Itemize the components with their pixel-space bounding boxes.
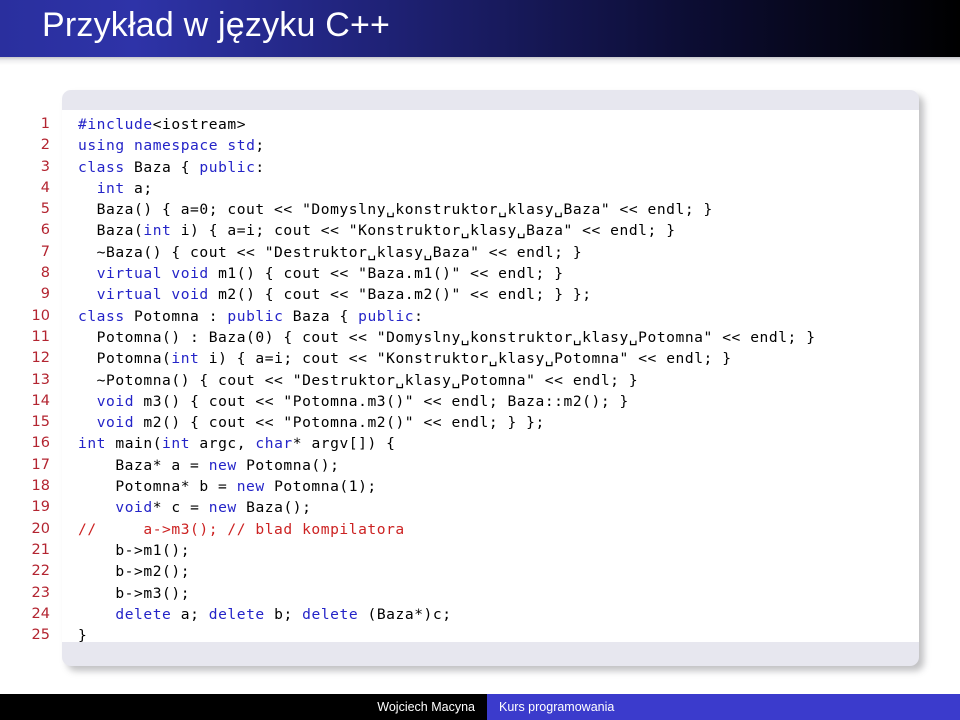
code-line-number: 19 <box>31 499 50 516</box>
code-line: 11 Potomna() : Baza(0) { cout << "Domysl… <box>24 327 924 348</box>
code-line-number: 11 <box>31 328 50 345</box>
code-line-text: // a->m3(); // blad kompilatora <box>78 520 405 538</box>
code-line: 7 ~Baza() { cout << "Destruktor␣klasy␣Ba… <box>24 242 924 263</box>
code-line-text: Baza(int i) { a=i; cout << "Konstruktor␣… <box>78 222 676 240</box>
code-line: 1 #include<iostream> <box>24 114 924 135</box>
code-line: 19 void* c = new Baza(); <box>24 497 924 518</box>
code-line-text: int a; <box>96 179 153 197</box>
code-line-number: 22 <box>31 563 50 580</box>
code-listing: 1 #include<iostream> 2 using namespace std;… <box>24 88 924 668</box>
code-line-number: 15 <box>31 414 50 431</box>
code-line-number: 9 <box>40 286 50 303</box>
code-line-text: Potomna* b = new Potomna(1); <box>78 478 377 496</box>
code-line: 18 Potomna* b = new Potomna(1); <box>24 476 924 497</box>
code-line-text: virtual void m1() { cout << "Baza.m1()" … <box>96 265 564 283</box>
code-line-number: 20 <box>31 520 50 537</box>
code-line: 15 void m2() { cout << "Potomna.m2()" <<… <box>24 412 924 433</box>
code-line-number: 24 <box>31 605 50 622</box>
code-line-text: Potomna() : Baza(0) { cout << "Domyslny␣… <box>78 328 816 346</box>
code-line-number: 14 <box>31 392 50 409</box>
code-line-text: delete a; delete b; delete (Baza*)c; <box>115 605 452 623</box>
code-line-number: 23 <box>31 584 50 601</box>
code-line-text: ~Potomna() { cout << "Destruktor␣klasy␣P… <box>78 371 639 389</box>
code-line: 16 int main(int argc, char* argv[]) { <box>24 433 924 454</box>
code-line: 25} <box>24 625 924 646</box>
code-line: 4 int a; <box>24 178 924 199</box>
code-line-number: 2 <box>40 137 50 154</box>
code-line-number: 4 <box>40 179 50 196</box>
code-line: 17 Baza* a = new Potomna(); <box>24 455 924 476</box>
code-line-text: b->m1(); <box>78 541 191 559</box>
slide-footer: Wojciech Macyna Kurs programowania <box>0 694 960 720</box>
code-line: 24 delete a; delete b; delete (Baza*)c; <box>24 604 924 625</box>
code-line: 12 Potomna(int i) { a=i; cout << "Konstr… <box>24 348 924 369</box>
code-line-number: 25 <box>31 627 50 644</box>
code-lines-container: 1 #include<iostream> 2 using namespace std;… <box>24 114 924 646</box>
code-line: 13 ~Potomna() { cout << "Destruktor␣klas… <box>24 370 924 391</box>
code-line: 2 using namespace std; <box>24 135 924 156</box>
footer-course-label: Kurs programowania <box>499 700 615 714</box>
code-line: 10 class Potomna : public Baza { public: <box>24 306 924 327</box>
code-line-number: 18 <box>31 478 50 495</box>
page-title: Przykład w języku C++ <box>42 6 391 44</box>
code-line: 14 void m3() { cout << "Potomna.m3()" <<… <box>24 391 924 412</box>
code-line-text: Baza() { a=0; cout << "Domyslny␣konstruk… <box>78 201 713 219</box>
code-line-text: b->m2(); <box>78 563 191 581</box>
code-line-number: 3 <box>40 158 50 175</box>
code-line: 20 // a->m3(); // blad kompilatora <box>24 519 924 540</box>
code-line: 23 b->m3(); <box>24 583 924 604</box>
footer-author-section: Wojciech Macyna <box>0 694 487 720</box>
code-line-text: b->m3(); <box>78 584 191 602</box>
footer-author-label: Wojciech Macyna <box>377 700 475 714</box>
code-line-text: class Baza { public: <box>78 158 265 176</box>
code-line: 3 class Baza { public: <box>24 157 924 178</box>
code-line-text: using namespace std; <box>78 137 265 155</box>
code-line: 22 b->m2(); <box>24 561 924 582</box>
code-line-text: Potomna(int i) { a=i; cout << "Konstrukt… <box>78 350 732 368</box>
code-line-text: class Potomna : public Baza { public: <box>78 307 424 325</box>
code-line: 5 Baza() { a=0; cout << "Domyslny␣konstr… <box>24 199 924 220</box>
code-line-number: 21 <box>31 541 50 558</box>
code-line-number: 13 <box>31 371 50 388</box>
code-line-number: 16 <box>31 435 50 452</box>
code-line: 21 b->m1(); <box>24 540 924 561</box>
code-line-text: void m2() { cout << "Potomna.m2()" << en… <box>96 414 545 432</box>
code-line-text: virtual void m2() { cout << "Baza.m2()" … <box>96 286 592 304</box>
code-line-text: int main(int argc, char* argv[]) { <box>78 435 396 453</box>
code-line-number: 17 <box>31 456 50 473</box>
code-line: 6 Baza(int i) { a=i; cout << "Konstrukto… <box>24 220 924 241</box>
slide-header: Przykład w języku C++ <box>0 0 960 57</box>
code-line-number: 1 <box>40 116 50 132</box>
code-line-number: 12 <box>31 350 50 367</box>
footer-course-section: Kurs programowania <box>487 694 960 720</box>
code-line-text: void* c = new Baza(); <box>115 499 312 517</box>
code-line: 9 virtual void m2() { cout << "Baza.m2()… <box>24 284 924 305</box>
code-line-text: ~Baza() { cout << "Destruktor␣klasy␣Baza… <box>78 243 583 261</box>
code-line-text: #include<iostream> <box>78 116 247 133</box>
code-line-number: 5 <box>40 201 50 218</box>
code-line-number: 7 <box>40 243 50 260</box>
code-line-text: } <box>78 627 88 645</box>
code-line-number: 10 <box>31 307 50 324</box>
code-line-text: void m3() { cout << "Potomna.m3()" << en… <box>96 392 629 410</box>
code-line-text: Baza* a = new Potomna(); <box>78 456 340 474</box>
code-line-number: 8 <box>40 265 50 282</box>
code-line-number: 6 <box>40 222 50 239</box>
header-shadow-divider <box>0 57 960 65</box>
code-line: 8 virtual void m1() { cout << "Baza.m1()… <box>24 263 924 284</box>
